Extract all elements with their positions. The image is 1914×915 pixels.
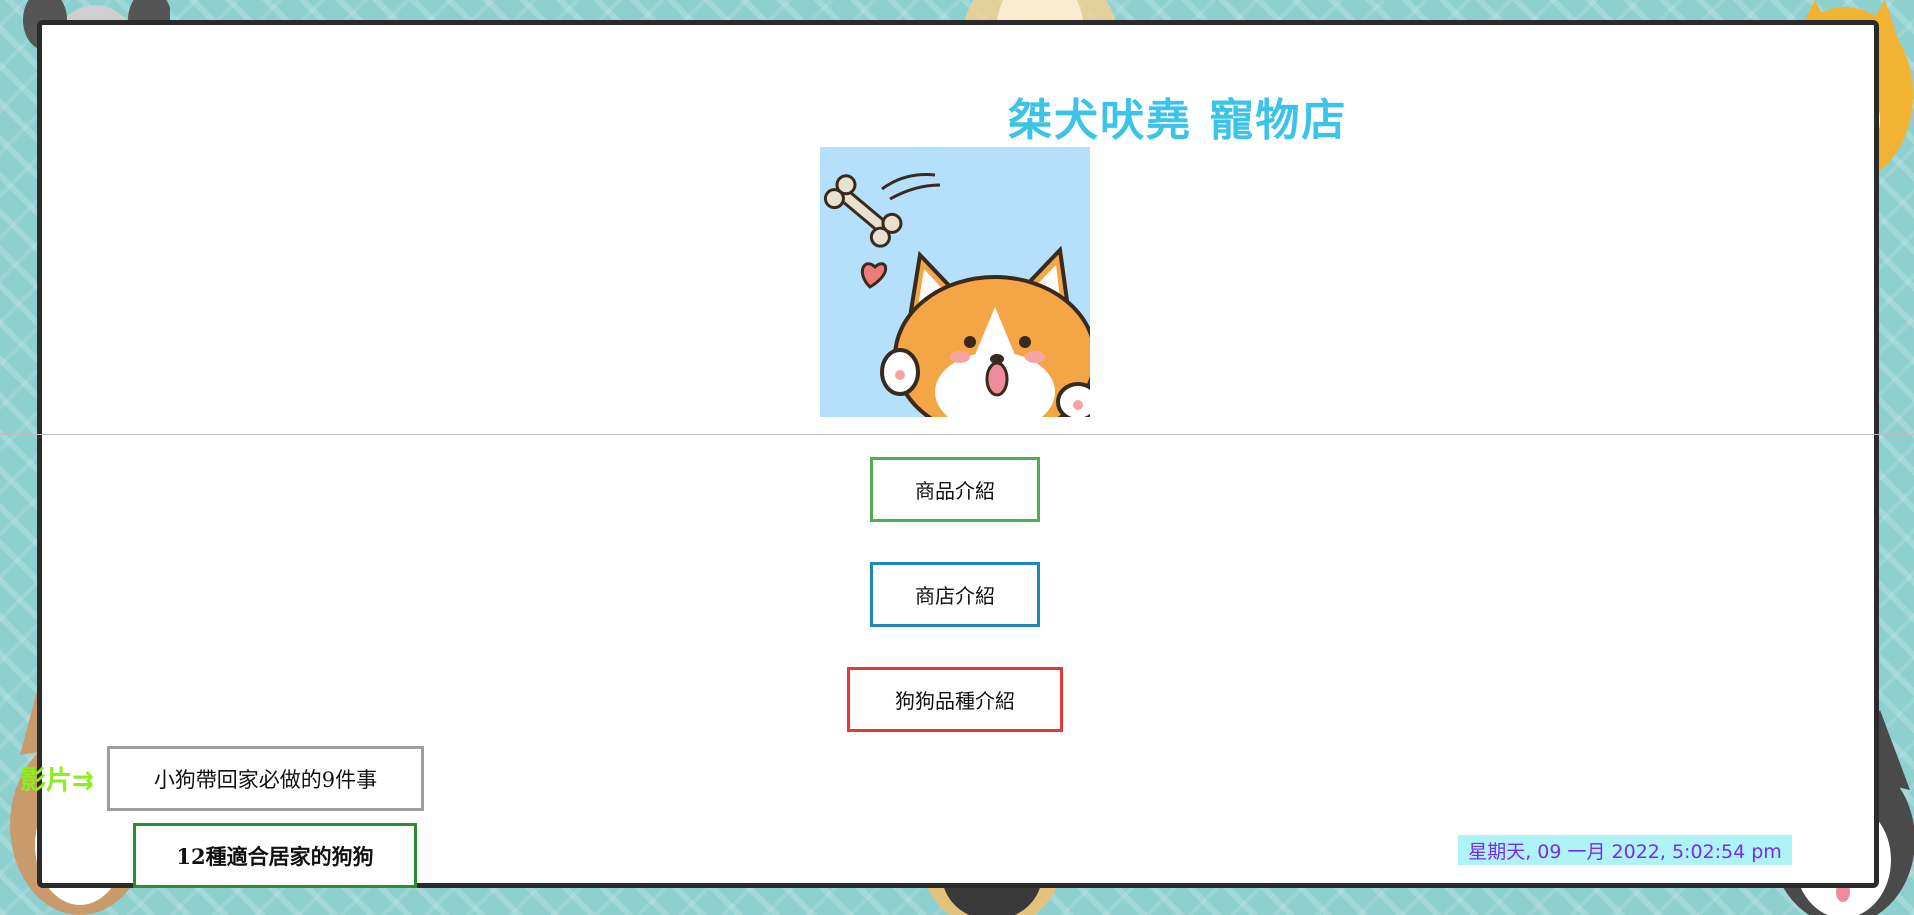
dog-breeds-button[interactable]: 狗狗品種介紹 <box>847 667 1063 732</box>
corgi-logo-image <box>820 147 1090 417</box>
datetime-clock: 星期天, 09 一月 2022, 5:02:54 pm <box>1458 835 1792 865</box>
corgi-with-bone-icon <box>820 147 1090 417</box>
products-button[interactable]: 商品介紹 <box>870 457 1040 522</box>
video-label: 影片⇉ <box>20 766 94 796</box>
page-title: 桀犬吠堯 寵物店 <box>1008 95 1348 146</box>
horizontal-divider <box>0 434 1914 435</box>
video-link-12-breeds[interactable]: 12種適合居家的狗狗 <box>133 823 417 888</box>
video-link-9-things[interactable]: 小狗帶回家必做的9件事 <box>107 746 424 811</box>
store-intro-button[interactable]: 商店介紹 <box>870 562 1040 627</box>
